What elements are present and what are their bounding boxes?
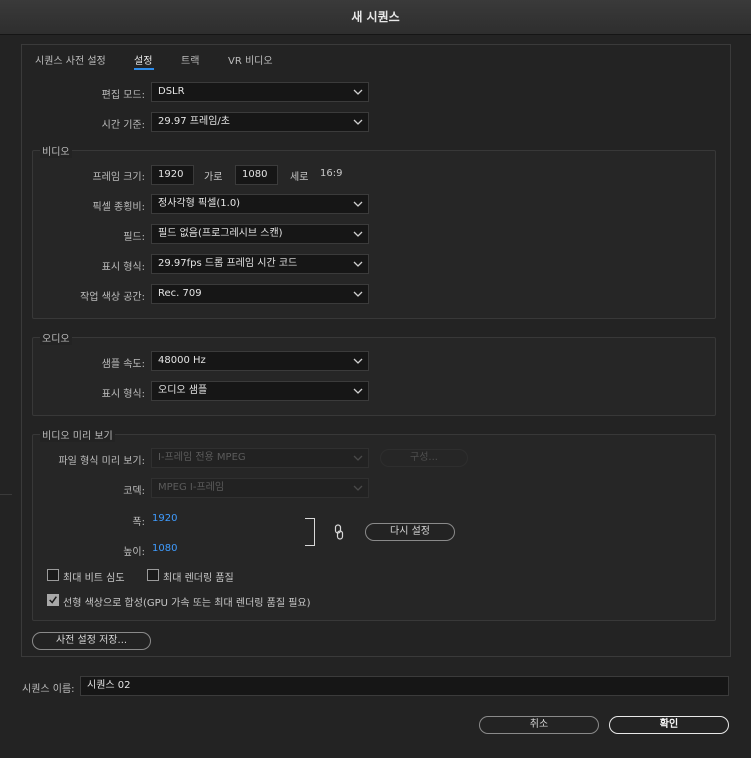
audio-display-format-label: 표시 형식: [101,389,145,400]
constrain-bracket [305,518,315,546]
codec-label: 코덱: [123,486,145,497]
tab-tracks[interactable]: 트랙 [181,52,199,67]
link-chain-icon[interactable] [334,524,344,540]
chevron-down-icon [353,358,363,364]
editing-mode-label: 편집 모드: [101,90,145,101]
preview-width-label: 폭: [132,517,145,528]
codec-select: MPEG I-프레임 [151,478,369,498]
video-display-format-value: 29.97fps 드롭 프레임 시간 코드 [158,258,298,269]
cancel-button[interactable]: 취소 [479,716,599,734]
preview-height-label: 높이: [123,547,145,558]
sequence-name-input[interactable]: 시퀀스 02 [80,676,729,696]
preview-file-format-label: 파일 형식 미리 보기: [58,456,145,467]
tab-settings[interactable]: 설정 [134,52,152,67]
fields-value: 필드 없음(프로그레시브 스캔) [158,228,283,239]
audio-display-format-select[interactable]: 오디오 샘플 [151,381,369,401]
chevron-down-icon [353,231,363,237]
background-divider [0,494,12,495]
pixel-aspect-value: 정사각형 픽셀(1.0) [158,198,241,209]
chevron-down-icon [353,201,363,207]
sample-rate-select[interactable]: 48000 Hz [151,351,369,371]
fields-label: 필드: [123,232,145,243]
working-color-space-select[interactable]: Rec. 709 [151,284,369,304]
active-tab-indicator [134,68,154,70]
chevron-down-icon [353,89,363,95]
save-preset-button[interactable]: 사전 설정 저장... [32,632,151,650]
video-section-title: 비디오 [40,143,72,158]
video-preview-section-title: 비디오 미리 보기 [40,427,115,442]
pixel-aspect-select[interactable]: 정사각형 픽셀(1.0) [151,194,369,214]
max-render-quality-checkbox[interactable] [147,569,159,581]
tab-vr-video[interactable]: VR 비디오 [228,52,273,67]
frame-height-input[interactable]: 1080 [235,165,278,185]
audio-section [32,337,716,416]
frame-size-label: 프레임 크기: [92,172,145,183]
reset-button[interactable]: 다시 설정 [365,523,455,541]
max-render-quality-label: 최대 렌더링 품질 [163,573,234,584]
preview-file-format-select: I-프레임 전용 MPEG [151,448,369,468]
audio-section-title: 오디오 [40,330,72,345]
sequence-name-label: 시퀀스 이름: [22,684,75,695]
chevron-down-icon [353,455,363,461]
max-bit-depth-label: 최대 비트 심도 [63,573,125,584]
pixel-aspect-label: 픽셀 종횡비: [92,202,145,213]
max-bit-depth-checkbox[interactable] [47,569,59,581]
frame-width-input[interactable]: 1920 [151,165,194,185]
preview-height-value[interactable]: 1080 [152,543,177,554]
working-color-space-value: Rec. 709 [158,288,202,299]
chevron-down-icon [353,119,363,125]
audio-display-format-value: 오디오 샘플 [158,385,208,396]
fields-select[interactable]: 필드 없음(프로그레시브 스캔) [151,224,369,244]
editing-mode-value: DSLR [158,86,185,97]
chevron-down-icon [353,261,363,267]
sample-rate-value: 48000 Hz [158,355,206,366]
dialog-title: 새 시퀀스 [0,0,751,35]
chevron-down-icon [353,388,363,394]
working-color-space-label: 작업 색상 공간: [80,292,145,303]
video-display-format-label: 표시 형식: [101,262,145,273]
timebase-label: 시간 기준: [101,120,145,131]
editing-mode-select[interactable]: DSLR [151,82,369,102]
preview-file-format-value: I-프레임 전용 MPEG [158,452,246,463]
vertical-label: 세로 [290,172,309,183]
chevron-down-icon [353,485,363,491]
tab-sequence-presets[interactable]: 시퀀스 사전 설정 [35,52,106,67]
sample-rate-label: 샘플 속도: [101,359,145,370]
configure-button: 구성... [380,449,468,467]
preview-width-value[interactable]: 1920 [152,513,177,524]
horizontal-label: 가로 [204,172,223,183]
aspect-ratio-value: 16:9 [320,168,343,179]
ok-button[interactable]: 확인 [609,716,729,734]
linear-color-label: 선형 색상으로 합성(GPU 가속 또는 최대 렌더링 품질 필요) [63,598,311,609]
video-display-format-select[interactable]: 29.97fps 드롭 프레임 시간 코드 [151,254,369,274]
checkmark-icon [49,596,57,604]
timebase-value: 29.97 프레임/초 [158,116,230,127]
codec-value: MPEG I-프레임 [158,482,225,493]
chevron-down-icon [353,291,363,297]
linear-color-checkbox[interactable] [47,594,59,606]
timebase-select[interactable]: 29.97 프레임/초 [151,112,369,132]
